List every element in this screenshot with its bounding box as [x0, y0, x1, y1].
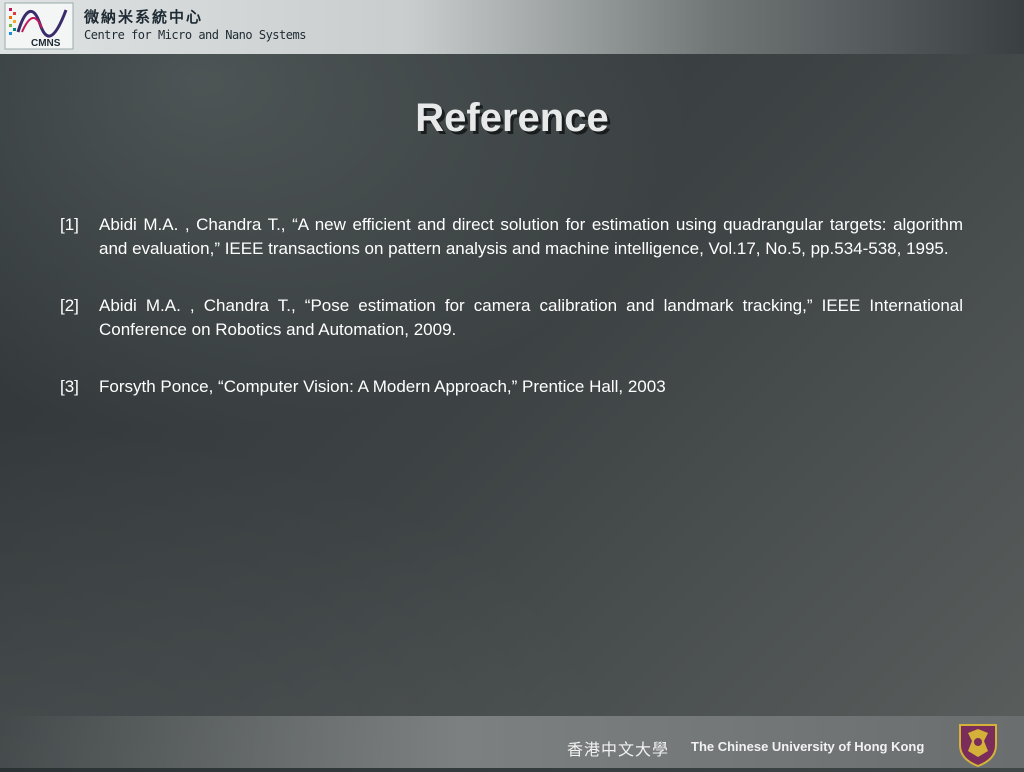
reference-item: [3] Forsyth Ponce, “Computer Vision: A M… — [60, 375, 963, 399]
reference-number: [2] — [60, 296, 79, 315]
reference-list: [1] Abidi M.A. , Chandra T., “A new effi… — [60, 213, 963, 432]
reference-item: [1] Abidi M.A. , Chandra T., “A new effi… — [60, 213, 963, 261]
org-name-chinese: 微納米系統中心 — [84, 9, 204, 26]
reference-number: [1] — [60, 215, 79, 234]
header-bar: CMNS 微納米系統中心 Centre for Micro and Nano S… — [0, 0, 1024, 54]
reference-item: [2] Abidi M.A. , Chandra T., “Pose estim… — [60, 294, 963, 342]
university-name-english: The Chinese University of Hong Kong — [691, 739, 925, 754]
university-name-chinese: 香港中文大學 — [567, 742, 670, 759]
cmns-logo: CMNS — [4, 2, 74, 50]
reference-text: Abidi M.A. , Chandra T., “Pose estimatio… — [99, 296, 963, 339]
reference-number: [3] — [60, 377, 79, 396]
reference-text: Abidi M.A. , Chandra T., “A new efficien… — [99, 215, 963, 258]
slide-title: Reference — [415, 96, 609, 140]
reference-text: Forsyth Ponce, “Computer Vision: A Moder… — [99, 377, 666, 396]
logo-text: CMNS — [31, 38, 61, 49]
university-crest-icon — [956, 721, 1000, 768]
org-name-english: Centre for Micro and Nano Systems — [84, 28, 306, 42]
